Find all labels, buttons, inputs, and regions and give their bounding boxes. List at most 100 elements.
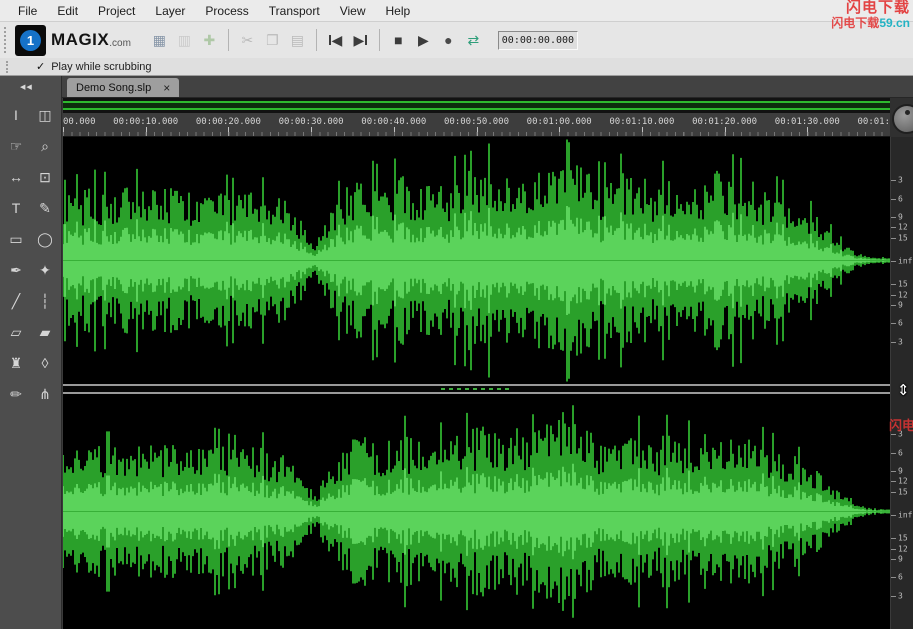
loop-button[interactable]: ⇄: [461, 28, 486, 52]
zoom-knob-marker: [905, 110, 910, 115]
pencil-tool[interactable]: ✏: [3, 382, 29, 406]
db-tick: [891, 323, 896, 324]
menu-item-process[interactable]: Process: [195, 4, 258, 18]
collapse-sidebar-button[interactable]: ◀◀: [0, 76, 61, 91]
db-label: 6: [898, 449, 903, 458]
scrub-label[interactable]: Play while scrubbing: [51, 61, 151, 73]
tab-label: Demo Song.slp: [76, 82, 151, 94]
magic-wand-tool[interactable]: ✦: [32, 258, 58, 282]
toolbar-grip[interactable]: [4, 27, 10, 53]
stop-button[interactable]: ■: [386, 28, 411, 52]
grid-view-button[interactable]: ▦: [147, 28, 172, 52]
edit-cursor-tool[interactable]: I: [3, 103, 29, 127]
timeline-ruler[interactable]: 00:00:00.00000:00:10.00000:00:20.00000:0…: [63, 113, 890, 137]
overview-bar[interactable]: [63, 98, 890, 113]
scrub-option-row: ✓ Play while scrubbing: [0, 58, 913, 76]
menu-item-view[interactable]: View: [330, 4, 376, 18]
menu-item-project[interactable]: Project: [88, 4, 145, 18]
db-tick: [891, 538, 896, 539]
stamp-tool[interactable]: ♜: [3, 351, 29, 375]
brand-text: MAGIX: [51, 30, 109, 50]
ruler-label: 00:01:40.000: [857, 117, 890, 127]
db-label: 15: [898, 534, 908, 543]
add-button[interactable]: ✚: [197, 28, 222, 52]
checkmark-icon[interactable]: ✓: [36, 60, 45, 73]
ruler-tick: [394, 127, 395, 136]
menu-item-help[interactable]: Help: [375, 4, 420, 18]
db-label: 12: [898, 477, 908, 486]
crop-tool[interactable]: ⊡: [32, 165, 58, 189]
tool-sidebar: ◀◀ I◫☞⌕↔⊡T✎▭◯✒✦╱┆▱▰♜◊✏⋔: [0, 76, 62, 629]
ruler-tick: [642, 127, 643, 136]
menu-item-layer[interactable]: Layer: [145, 4, 195, 18]
db-label: 9: [898, 467, 903, 476]
db-tick: [891, 471, 896, 472]
zoom-tool[interactable]: ⌕: [32, 134, 58, 158]
play-button[interactable]: ▶: [411, 28, 436, 52]
waveform-right-channel[interactable]: [63, 394, 890, 629]
db-label: 3: [898, 592, 903, 601]
ruler-label: 00:01:20.000: [692, 117, 757, 127]
db-tick: [891, 199, 896, 200]
text-tool[interactable]: T: [3, 196, 29, 220]
channel-divider[interactable]: [63, 384, 890, 394]
db-tick: [891, 577, 896, 578]
toolbar: 1 MAGIX .com ▦▥✚✂❐▤◀▶■▶●⇄ 00:00:00.000: [0, 22, 913, 58]
freehand-tool[interactable]: ┆: [32, 289, 58, 313]
rect-select-tool[interactable]: ▭: [3, 227, 29, 251]
overview-line-bottom: [63, 108, 890, 110]
go-to-start-button[interactable]: ◀: [323, 28, 348, 52]
db-tick: [891, 492, 896, 493]
db-tick: [891, 295, 896, 296]
brand-suffix: .com: [109, 38, 131, 49]
db-label: 15: [898, 488, 908, 497]
db-label: inf: [898, 257, 912, 266]
brush-tool[interactable]: ✒: [3, 258, 29, 282]
db-tick: [891, 284, 896, 285]
db-tick: [891, 180, 896, 181]
db-tick: [891, 515, 896, 516]
ruler-label: 00:00:20.000: [196, 117, 261, 127]
db-label: 12: [898, 545, 908, 554]
db-label: 6: [898, 319, 903, 328]
cut-button[interactable]: ✂: [235, 28, 260, 52]
copy-button[interactable]: ❐: [260, 28, 285, 52]
record-button[interactable]: ●: [436, 28, 461, 52]
db-tick: [891, 434, 896, 435]
toolbar-separator: [379, 29, 380, 51]
line-tool[interactable]: ╱: [3, 289, 29, 313]
tab-demo-song[interactable]: Demo Song.slp ×: [67, 78, 179, 97]
toolbar-buttons: ▦▥✚✂❐▤◀▶■▶●⇄: [147, 28, 486, 52]
hand-tool[interactable]: ☞: [3, 134, 29, 158]
menu-item-transport[interactable]: Transport: [259, 4, 330, 18]
channel-divider-dashes: [441, 388, 511, 390]
menu-bar: FileEditProjectLayerProcessTransportView…: [0, 0, 913, 22]
ruler-tick: [725, 127, 726, 136]
object-tool[interactable]: ◫: [32, 103, 58, 127]
go-to-end-button[interactable]: ▶: [348, 28, 373, 52]
db-label: 3: [898, 176, 903, 185]
highlighter-tool[interactable]: ▰: [32, 320, 58, 344]
watermark-line1: 闪电下载: [831, 0, 910, 17]
ruler-label: 00:00:00.000: [63, 117, 96, 127]
db-label: inf: [898, 511, 912, 520]
waveform-left-channel[interactable]: [63, 137, 890, 384]
db-tick: [891, 596, 896, 597]
db-label: 9: [898, 301, 903, 310]
eraser-tool[interactable]: ▱: [3, 320, 29, 344]
smudge-tool[interactable]: ⋔: [32, 382, 58, 406]
menu-item-edit[interactable]: Edit: [47, 4, 88, 18]
magix-badge-number: 1: [20, 30, 41, 51]
ellipse-select-tool[interactable]: ◯: [32, 227, 58, 251]
pen-tool[interactable]: ✎: [32, 196, 58, 220]
tab-close-icon[interactable]: ×: [163, 81, 170, 95]
menu-item-file[interactable]: File: [8, 4, 47, 18]
tab-bar: Demo Song.slp ×: [62, 76, 913, 98]
knife-tool[interactable]: ◊: [32, 351, 58, 375]
scrub-row-grip[interactable]: [6, 61, 12, 73]
waveform-area: [63, 137, 890, 629]
paste-button[interactable]: ▤: [285, 28, 310, 52]
move-tool[interactable]: ↔: [3, 165, 29, 189]
ruler-tick: [228, 127, 229, 136]
layout-button[interactable]: ▥: [172, 28, 197, 52]
